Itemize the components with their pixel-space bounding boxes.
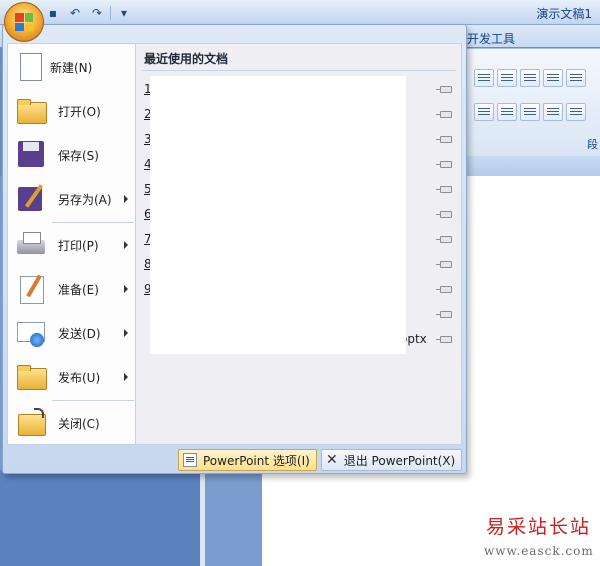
menu-item-label: 准备(E) xyxy=(58,282,99,297)
pin-icon[interactable] xyxy=(436,311,452,318)
open-folder-icon xyxy=(14,93,50,129)
redo-icon[interactable]: ↷ xyxy=(88,4,106,21)
menu-item-close[interactable]: 关闭(C) xyxy=(10,402,134,444)
submenu-arrow-icon xyxy=(124,373,128,381)
slide-thumbnail-pane xyxy=(0,470,200,566)
watermark-title: 易采站长站 xyxy=(486,516,592,538)
menu-item-save-as[interactable]: 另存为(A) xyxy=(10,178,134,220)
ribbon-footer xyxy=(462,156,600,176)
submenu-arrow-icon xyxy=(124,195,128,203)
menu-item-prepare[interactable]: 准备(E) xyxy=(10,268,134,310)
office-button[interactable] xyxy=(4,2,44,42)
menu-item-label: 发布(U) xyxy=(58,370,101,385)
menu-item-label: 新建(N) xyxy=(50,60,93,75)
menu-item-new[interactable]: 新建(N) xyxy=(10,46,134,88)
recent-title-divider xyxy=(142,70,456,71)
office-menu-commands: 新建(N) 打开(O) 保存(S) 另存为(A) 打印(P) 准备(E) 发送(… xyxy=(7,43,135,445)
ribbon-panel: 段 xyxy=(462,48,600,156)
line-spacing-button[interactable] xyxy=(566,69,586,87)
pin-icon[interactable] xyxy=(436,236,452,243)
save-icon[interactable]: ▪ xyxy=(44,4,62,21)
decrease-indent-button[interactable] xyxy=(520,69,540,87)
options-icon xyxy=(183,453,197,467)
pane-splitter[interactable] xyxy=(200,470,205,566)
columns-button[interactable] xyxy=(566,103,586,121)
pin-icon[interactable] xyxy=(436,261,452,268)
submenu-arrow-icon xyxy=(124,285,128,293)
menu-item-label: 另存为(A) xyxy=(58,192,112,207)
new-document-icon xyxy=(20,53,42,81)
window-title: 演示文稿1 xyxy=(536,7,592,21)
undo-icon[interactable]: ↶ xyxy=(66,4,84,21)
align-right-button[interactable] xyxy=(520,103,540,121)
menu-item-label: 打开(O) xyxy=(58,104,101,119)
menu-item-label: 关闭(C) xyxy=(58,416,100,431)
menu-item-save[interactable]: 保存(S) xyxy=(10,134,134,176)
align-left-button[interactable] xyxy=(474,103,494,121)
ribbon-row-align xyxy=(474,103,586,121)
quick-access-toolbar: ▪ ↶ ↷ ▾ xyxy=(44,3,133,22)
send-icon xyxy=(14,315,50,351)
submenu-arrow-icon xyxy=(124,241,128,249)
menu-divider xyxy=(52,222,134,223)
office-logo-icon xyxy=(15,13,33,31)
title-bar: ▪ ↶ ↷ ▾ 演示文稿1 xyxy=(0,0,600,25)
menu-item-label: 打印(P) xyxy=(58,238,99,253)
menu-item-label: 保存(S) xyxy=(58,148,99,163)
watermark-url: www.easck.com xyxy=(484,544,594,558)
redacted-area xyxy=(150,76,406,354)
ribbon-row-lists xyxy=(474,69,586,87)
menu-item-send[interactable]: 发送(D) xyxy=(10,312,134,354)
bullets-button[interactable] xyxy=(474,69,494,87)
exit-powerpoint-button[interactable]: ✕ 退出 PowerPoint(X) xyxy=(321,449,463,471)
align-center-button[interactable] xyxy=(497,103,517,121)
menu-item-label: 发送(D) xyxy=(58,326,101,341)
numbering-button[interactable] xyxy=(497,69,517,87)
pin-icon[interactable] xyxy=(436,211,452,218)
submenu-arrow-icon xyxy=(124,329,128,337)
increase-indent-button[interactable] xyxy=(543,69,563,87)
pin-icon[interactable] xyxy=(436,86,452,93)
save-icon xyxy=(14,137,50,173)
toolbar-divider xyxy=(110,5,111,20)
menu-item-open[interactable]: 打开(O) xyxy=(10,90,134,132)
menu-divider xyxy=(52,400,134,401)
pin-icon[interactable] xyxy=(436,286,452,293)
prepare-icon xyxy=(14,271,50,307)
menu-item-print[interactable]: 打印(P) xyxy=(10,224,134,266)
pin-icon[interactable] xyxy=(436,111,452,118)
menu-item-publish[interactable]: 发布(U) xyxy=(10,356,134,398)
close-icon: ✕ xyxy=(326,452,338,468)
pin-icon[interactable] xyxy=(436,336,452,343)
publish-icon xyxy=(14,359,50,395)
customize-toolbar-icon[interactable]: ▾ xyxy=(115,4,133,21)
pin-icon[interactable] xyxy=(436,186,452,193)
powerpoint-options-button[interactable]: PowerPoint 选项(I) xyxy=(178,449,317,471)
close-folder-icon xyxy=(14,405,50,441)
tab-developer[interactable]: 开发工具 xyxy=(467,30,515,47)
powerpoint-options-label: PowerPoint 选项(I) xyxy=(203,453,310,468)
justify-button[interactable] xyxy=(543,103,563,121)
print-icon xyxy=(14,227,50,263)
paragraph-group-label: 段 xyxy=(587,138,598,151)
pin-icon[interactable] xyxy=(436,136,452,143)
exit-powerpoint-label: 退出 PowerPoint(X) xyxy=(343,453,456,468)
save-as-icon xyxy=(14,181,50,217)
pin-icon[interactable] xyxy=(436,161,452,168)
recent-documents-title: 最近使用的文档 xyxy=(144,52,229,66)
